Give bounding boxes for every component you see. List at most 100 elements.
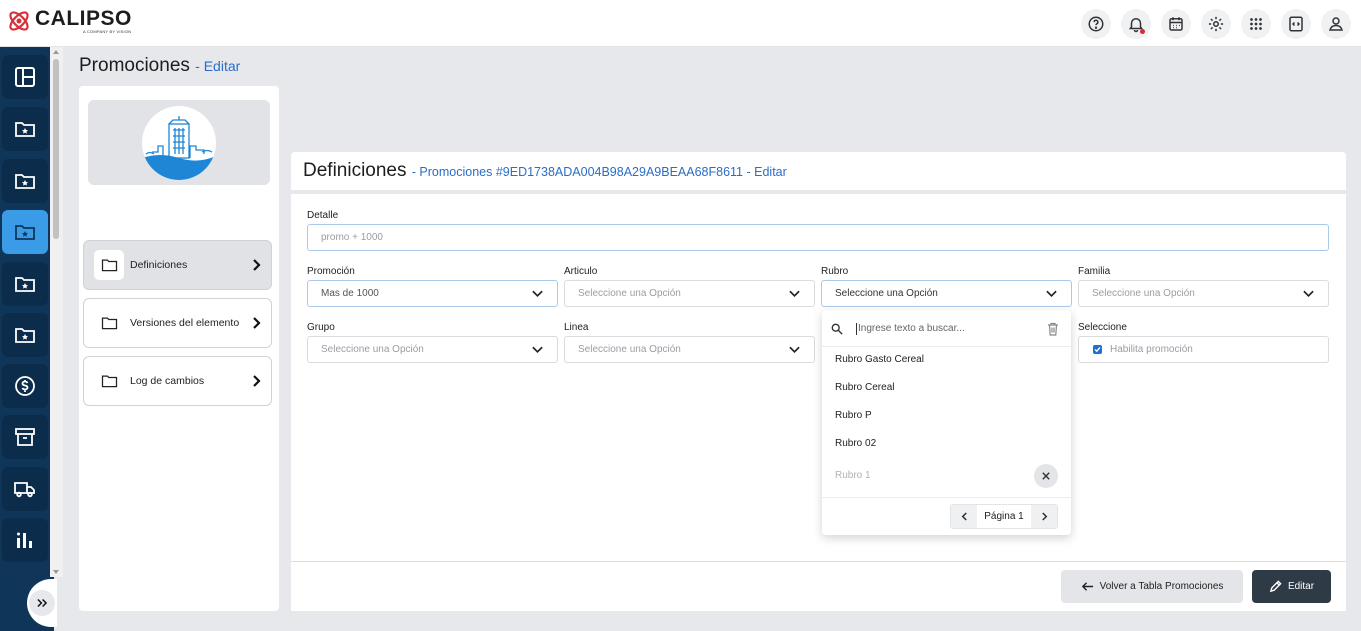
sidebar-item-folder-5[interactable] — [2, 313, 48, 357]
calipso-logo[interactable]: CALIPSO A COMPANY BY VISION — [6, 8, 132, 34]
menu-item-versiones[interactable]: Versiones del elemento — [83, 298, 272, 348]
close-icon — [1042, 472, 1050, 480]
linea-label: Linea — [564, 322, 589, 333]
page-edit-link[interactable]: - Editar — [195, 58, 240, 74]
dropdown-pager: Página 1 — [950, 504, 1058, 529]
back-to-table-button[interactable]: Volver a Tabla Promociones — [1061, 570, 1243, 603]
familia-value: Seleccione una Opción — [1092, 288, 1195, 299]
chevron-down-icon — [789, 346, 800, 354]
user-button[interactable] — [1321, 9, 1351, 39]
rubro-dropdown: Ingrese texto a buscar... Rubro Gasto Ce… — [822, 310, 1071, 535]
entity-image — [88, 100, 270, 185]
grupo-label: Grupo — [307, 322, 335, 333]
rubro-value: Seleccione una Opción — [835, 288, 938, 299]
top-bar: CALIPSO A COMPANY BY VISION — [0, 0, 1361, 47]
trash-icon[interactable] — [1047, 322, 1059, 336]
clear-selection-button[interactable] — [1034, 464, 1058, 488]
menu-item-log-cambios[interactable]: Log de cambios — [83, 356, 272, 406]
arrow-left-icon — [1081, 582, 1093, 591]
promocion-select[interactable]: Mas de 1000 — [307, 280, 558, 307]
grupo-value: Seleccione una Opción — [321, 344, 424, 355]
checkmark-icon — [1094, 346, 1101, 353]
page-title-text: Promociones — [79, 55, 190, 76]
rubro-select[interactable]: Seleccione una Opción — [821, 280, 1072, 307]
chart-icon — [17, 532, 32, 548]
dropdown-option-selected[interactable]: Rubro 1 — [835, 470, 871, 481]
sidebar-item-folder-1[interactable] — [2, 107, 48, 151]
folder-star-icon — [15, 277, 35, 292]
menu-item-label: Log de cambios — [130, 375, 205, 387]
sidebar-item-dashboard[interactable] — [2, 55, 48, 99]
scroll-down-arrow[interactable] — [53, 570, 59, 574]
articulo-select[interactable]: Seleccione una Opción — [564, 280, 815, 307]
dropdown-search-placeholder: Ingrese texto a buscar... — [858, 323, 965, 334]
settings-icon — [1208, 16, 1224, 32]
detalle-input[interactable]: promo + 1000 — [307, 224, 1329, 251]
sidebar — [0, 47, 54, 631]
apps-button[interactable] — [1241, 9, 1271, 39]
sidebar-item-folder-2[interactable] — [2, 159, 48, 203]
edit-button-label: Editar — [1287, 581, 1315, 592]
section-header: Definiciones - Promociones #9ED1738ADA00… — [291, 152, 1346, 190]
code-window-button[interactable] — [1281, 9, 1311, 39]
dropdown-option[interactable]: Rubro Cereal — [835, 382, 894, 393]
dropdown-option[interactable]: Rubro P — [835, 410, 872, 421]
help-icon — [1088, 16, 1104, 32]
promocion-value: Mas de 1000 — [321, 288, 379, 299]
habilita-promocion-field[interactable]: Habilita promoción — [1078, 336, 1329, 363]
sidebar-item-delivery[interactable] — [2, 467, 48, 511]
menu-item-definiciones[interactable]: Definiciones — [83, 240, 272, 290]
calendar-button[interactable] — [1161, 9, 1191, 39]
familia-select[interactable]: Seleccione una Opción — [1078, 280, 1329, 307]
chevron-right-icon — [253, 317, 261, 329]
chevron-down-icon — [532, 290, 543, 298]
sidebar-item-finance[interactable] — [2, 364, 48, 408]
help-button[interactable] — [1081, 9, 1111, 39]
section-title: Definiciones — [303, 160, 407, 181]
section-subtitle[interactable]: - Promociones #9ED1738ADA004B98A29A9BEAA… — [412, 165, 787, 179]
rubro-label: Rubro — [821, 266, 849, 277]
chevron-left-icon — [961, 512, 967, 521]
folder-star-icon — [15, 225, 35, 240]
text-cursor — [856, 323, 857, 335]
dropdown-option[interactable]: Rubro 02 — [835, 438, 876, 449]
calipso-logo-icon — [9, 11, 29, 31]
scroll-up-arrow[interactable] — [53, 50, 59, 54]
folder-icon — [101, 259, 117, 272]
habilita-promocion-checkbox[interactable] — [1093, 345, 1102, 354]
dropdown-search[interactable]: Ingrese texto a buscar... — [822, 310, 1071, 347]
truck-icon — [14, 482, 35, 498]
next-page-button[interactable] — [1031, 505, 1057, 528]
form-panel — [291, 194, 1346, 611]
habilita-promocion-label: Habilita promoción — [1110, 344, 1193, 355]
settings-button[interactable] — [1201, 9, 1231, 39]
menu-item-label: Definiciones — [130, 259, 188, 271]
sidebar-item-folder-4[interactable] — [2, 262, 48, 306]
sidebar-item-archive[interactable] — [2, 415, 48, 459]
folder-icon — [101, 375, 117, 388]
user-icon — [1329, 17, 1343, 31]
dropdown-option[interactable]: Rubro Gasto Cereal — [835, 354, 924, 365]
grupo-select[interactable]: Seleccione una Opción — [307, 336, 558, 363]
footer-divider — [291, 561, 1346, 562]
brand-tagline: A COMPANY BY VISION — [83, 29, 132, 34]
sidebar-item-folder-3[interactable] — [2, 210, 48, 254]
page-title: Promociones - Editar — [79, 55, 240, 77]
linea-select[interactable]: Seleccione una Opción — [564, 336, 815, 363]
chevron-right-icon — [253, 375, 261, 387]
prev-page-button[interactable] — [951, 505, 977, 528]
chevron-right-icon — [253, 259, 261, 271]
code-window-icon — [1289, 16, 1303, 32]
building-illustration — [142, 106, 216, 180]
search-icon — [831, 323, 843, 335]
notifications-button[interactable] — [1121, 9, 1151, 39]
scroll-thumb[interactable] — [53, 59, 59, 239]
edit-button[interactable]: Editar — [1252, 570, 1331, 603]
chevron-down-icon — [1046, 290, 1057, 298]
articulo-label: Articulo — [564, 266, 598, 277]
sidebar-scrollbar[interactable] — [50, 47, 63, 577]
dropdown-separator — [822, 497, 1071, 498]
seleccione-label: Seleccione — [1078, 322, 1127, 333]
pencil-icon — [1269, 580, 1282, 593]
sidebar-item-reports[interactable] — [2, 518, 48, 562]
